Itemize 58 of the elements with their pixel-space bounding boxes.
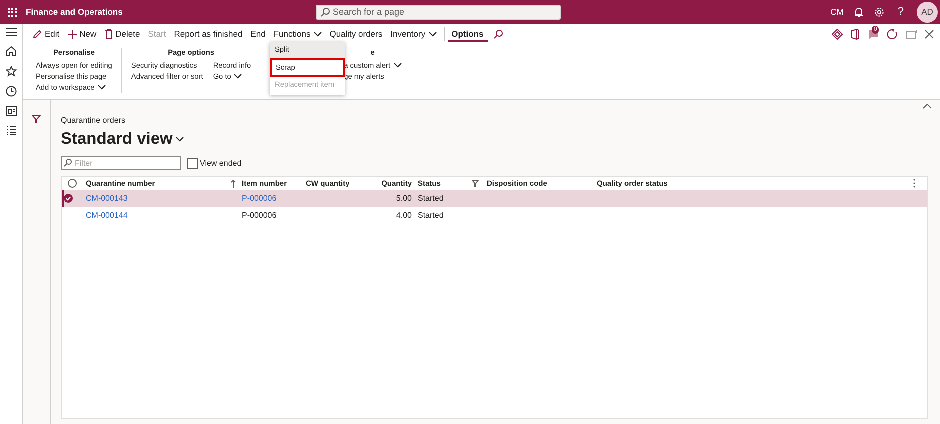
star-icon[interactable]: [6, 66, 16, 77]
chevron-down-icon: [394, 63, 402, 68]
view-ended-checkbox[interactable]: View ended: [187, 158, 242, 168]
chevron-down-icon: [234, 74, 242, 79]
action-button[interactable]: Delete: [100, 25, 144, 43]
sort-arrow-icon: [231, 180, 236, 188]
menu-button[interactable]: Functions: [270, 25, 326, 43]
chevron-down-icon: [176, 136, 184, 142]
table-cell: 4.00: [396, 211, 412, 220]
filter-field[interactable]: Filter: [61, 156, 181, 170]
action-button[interactable]: Quality orders: [326, 25, 387, 43]
order-link[interactable]: CM-000143: [86, 194, 128, 203]
home-icon[interactable]: [6, 46, 16, 57]
grid-row[interactable]: CM-000143 P-000006 5.00 Started: [62, 190, 927, 207]
view-selector[interactable]: Standard view: [61, 129, 184, 149]
select-all-radio[interactable]: [68, 179, 77, 188]
chevron-down-icon: [98, 85, 106, 90]
filter-icon[interactable]: [32, 115, 41, 123]
help-button[interactable]: ?: [894, 6, 907, 18]
collapse-icon[interactable]: [923, 104, 932, 109]
table-cell: 5.00: [396, 194, 412, 203]
company-code[interactable]: CM: [830, 7, 844, 17]
refresh-icon[interactable]: [887, 28, 898, 40]
page-caption: Quarantine orders: [61, 116, 126, 126]
settings-icon[interactable]: [874, 6, 885, 18]
search-icon[interactable]: [494, 30, 503, 38]
table-cell: Started: [418, 194, 444, 203]
menu-icon[interactable]: [6, 28, 16, 37]
menu-button[interactable]: Inventory: [386, 25, 441, 43]
app-title: Finance and Operations: [26, 7, 124, 17]
open-window-icon[interactable]: [906, 30, 917, 38]
trash-icon: [104, 29, 113, 39]
check-circle-icon[interactable]: [64, 194, 73, 203]
workspace-icon[interactable]: [6, 106, 16, 116]
app-launcher-icon[interactable]: [8, 8, 17, 16]
diamond-icon[interactable]: [832, 28, 843, 40]
tab[interactable]: Options: [448, 26, 488, 42]
list-icon[interactable]: [6, 125, 16, 136]
order-link[interactable]: CM-000144: [86, 211, 128, 220]
close-icon[interactable]: [925, 30, 934, 38]
more-icon[interactable]: [913, 179, 916, 188]
bell-icon[interactable]: [854, 6, 864, 18]
action-button[interactable]: New: [64, 25, 101, 43]
pencil-icon: [33, 30, 42, 38]
grid-row[interactable]: CM-000144 P-000006 4.00 Started: [62, 207, 927, 224]
search-field[interactable]: Search for a page: [316, 4, 561, 20]
action-button[interactable]: Report as finished: [170, 25, 247, 43]
table-cell: P-000006: [242, 211, 277, 220]
action-button[interactable]: Edit: [29, 25, 64, 43]
user-avatar[interactable]: AD: [917, 2, 938, 22]
item-link[interactable]: P-000006: [242, 194, 277, 203]
table-cell: Started: [418, 211, 444, 220]
plus-icon: [68, 30, 77, 38]
chevron-down-icon: [314, 32, 322, 36]
clock-icon[interactable]: [6, 86, 16, 97]
action-button[interactable]: End: [246, 25, 270, 43]
filter-icon[interactable]: [472, 180, 479, 187]
chevron-down-icon: [428, 32, 437, 36]
